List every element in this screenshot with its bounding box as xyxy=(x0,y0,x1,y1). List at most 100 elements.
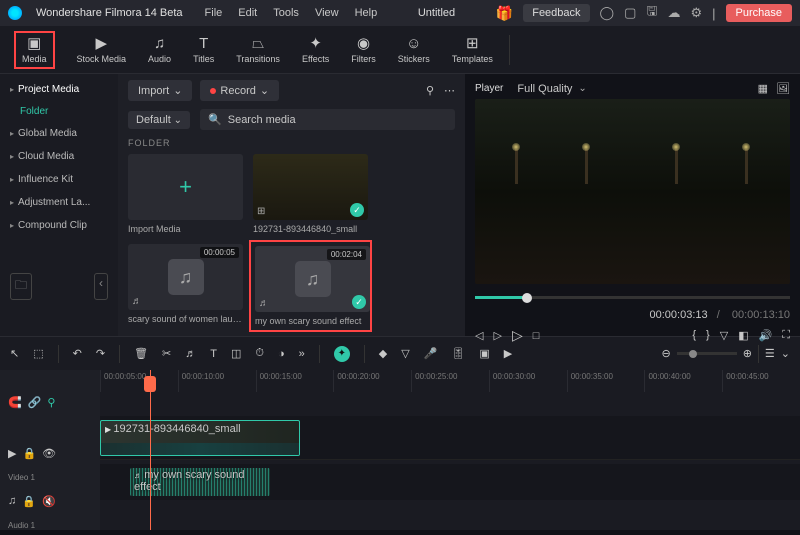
menu-help[interactable]: Help xyxy=(355,7,378,19)
compare-icon[interactable]: ▦ xyxy=(758,82,768,95)
collapse-icon[interactable]: ‹ xyxy=(94,273,108,300)
stop-button[interactable]: □ xyxy=(533,330,540,342)
crop-tool[interactable]: ◫ xyxy=(231,347,241,360)
menu-file[interactable]: File xyxy=(205,7,223,19)
render-tool[interactable]: ▶ xyxy=(504,347,512,360)
fullscreen-icon[interactable]: ⛶ xyxy=(782,329,790,342)
timeline-ruler[interactable]: 00:00:05:00 00:00:10:00 00:00:15:00 00:0… xyxy=(100,370,800,392)
video-track-icon: ▶ xyxy=(8,447,16,460)
sidebar-adjustment-layer[interactable]: Adjustment La... xyxy=(0,191,118,214)
video-clip[interactable]: ▶ 192731-893446840_small xyxy=(100,420,300,456)
sidebar-cloud-media[interactable]: Cloud Media xyxy=(0,145,118,168)
sidebar-compound-clip[interactable]: Compound Clip xyxy=(0,214,118,237)
menu-view[interactable]: View xyxy=(315,7,339,19)
speed-tool[interactable]: ⏱ xyxy=(255,347,264,360)
marker-icon[interactable]: ▽ xyxy=(720,329,728,342)
group-tool[interactable]: ▣ xyxy=(479,347,489,360)
sidebar-folder[interactable]: Folder xyxy=(0,101,118,122)
playhead[interactable] xyxy=(150,370,151,530)
mark-in-icon[interactable]: { xyxy=(692,329,696,342)
window-icon[interactable]: ▢ xyxy=(624,5,636,21)
audio-track[interactable]: ♬ my own scary sound effect xyxy=(100,464,800,500)
settings-tool[interactable]: ⌄ xyxy=(781,347,790,360)
lock-icon[interactable]: 🔒 xyxy=(22,447,36,460)
cloud-icon[interactable]: ☁ xyxy=(667,5,680,21)
music-tool[interactable]: ♬ xyxy=(185,348,196,360)
gift-icon[interactable]: 🎁 xyxy=(496,5,513,22)
list-view-icon[interactable]: ☰ xyxy=(765,347,775,360)
zoom-slider[interactable] xyxy=(677,352,737,355)
zoom-out-button[interactable]: ⊖ xyxy=(661,347,670,360)
tool-filters[interactable]: ◉Filters xyxy=(351,36,376,64)
cut-button[interactable]: ✂ xyxy=(162,347,171,360)
step-back-button[interactable]: ▷ xyxy=(493,329,501,342)
more-icon[interactable]: ⋯ xyxy=(444,84,455,97)
tool-stock-media[interactable]: ▶Stock Media xyxy=(77,36,127,64)
snapshot-icon[interactable]: 🖼 xyxy=(776,82,790,95)
sidebar-influence-kit[interactable]: Influence Kit xyxy=(0,168,118,191)
preview-video[interactable] xyxy=(475,99,790,284)
delete-button[interactable]: 🗑 xyxy=(134,347,148,360)
marker-tool[interactable]: ▽ xyxy=(401,347,409,360)
ai-tool[interactable]: ✦ xyxy=(334,346,350,362)
link-icon[interactable]: 🔗 xyxy=(28,396,42,409)
mic-tool[interactable]: 🎤 xyxy=(424,347,438,360)
sort-default[interactable]: Default ⌄ xyxy=(128,111,190,129)
filter-icon[interactable]: ⚲ xyxy=(426,84,434,97)
purchase-button[interactable]: Purchase xyxy=(726,4,792,22)
tool-transitions[interactable]: ⏢Transitions xyxy=(236,36,280,64)
pointer-tool[interactable]: ↖ xyxy=(10,347,19,360)
undo-button[interactable]: ↶ xyxy=(73,347,82,360)
import-button[interactable]: Import ⌄ xyxy=(128,80,192,101)
media-import[interactable]: + Import Media xyxy=(128,154,243,234)
tool-titles[interactable]: TTitles xyxy=(193,36,214,64)
media-item-video[interactable]: ⊞✓ 192731-893446840_small xyxy=(253,154,368,234)
keyframe-tool[interactable]: ◆ xyxy=(379,347,387,360)
mixer-tool[interactable]: 🎚 xyxy=(451,347,465,360)
tool-stickers[interactable]: ☺Stickers xyxy=(398,36,430,64)
magnet-icon[interactable]: 🧲 xyxy=(8,396,22,409)
play-button[interactable]: ▷ xyxy=(512,327,523,344)
sidebar-global-media[interactable]: Global Media xyxy=(0,122,118,145)
effects-icon: ✦ xyxy=(309,36,322,52)
media-item-audio-selected[interactable]: 00:02:04♫♬✓ my own scary sound effect xyxy=(253,244,368,328)
tool-audio[interactable]: ♫Audio xyxy=(148,36,171,64)
select-tool[interactable]: ⬚ xyxy=(33,347,43,360)
tool-templates[interactable]: ⊞Templates xyxy=(452,36,493,64)
crop-icon[interactable]: ◧ xyxy=(738,329,748,342)
save-icon[interactable]: 🖫 xyxy=(646,2,657,24)
more-tools[interactable]: » xyxy=(299,348,305,360)
audio-icon: ♫ xyxy=(154,36,165,52)
menu-edit[interactable]: Edit xyxy=(238,7,257,19)
text-tool[interactable]: T xyxy=(210,348,217,360)
mark-out-icon[interactable]: } xyxy=(706,329,710,342)
search-input[interactable]: 🔍Search media xyxy=(200,109,455,130)
audio-clip[interactable]: ♬ my own scary sound effect xyxy=(130,468,270,496)
visibility-icon[interactable]: 👁 xyxy=(42,447,56,460)
audio-track-header[interactable]: ♫🔒🔇 xyxy=(0,491,100,511)
video-track[interactable]: ▶ 192731-893446840_small xyxy=(100,416,800,460)
record-button[interactable]: Record ⌄ xyxy=(200,80,279,101)
plus-icon: + xyxy=(179,174,192,200)
quality-select[interactable]: Full Quality ⌄ xyxy=(517,83,586,95)
tool-media[interactable]: ▣Media xyxy=(14,31,55,69)
sidebar-project-media[interactable]: Project Media xyxy=(0,78,118,101)
tool-effects[interactable]: ✦Effects xyxy=(302,36,329,64)
prev-frame-button[interactable]: ◁ xyxy=(475,329,483,342)
settings-icon[interactable]: ⚙ xyxy=(690,5,702,21)
video-track-header[interactable]: ▶ 🔒 👁 xyxy=(0,443,100,463)
lock-icon[interactable]: 🔒 xyxy=(22,495,36,508)
zoom-in-button[interactable]: ⊕ xyxy=(743,347,752,360)
color-tool[interactable]: ◑ xyxy=(278,348,285,360)
mute-icon[interactable]: 🔇 xyxy=(42,495,56,508)
audio-track-label: Audio 1 xyxy=(0,515,100,535)
preview-seek-slider[interactable] xyxy=(475,296,790,299)
feedback-button[interactable]: Feedback xyxy=(523,4,589,22)
redo-button[interactable]: ↷ xyxy=(96,347,105,360)
media-item-audio[interactable]: 00:00:05♫♬ scary sound of women laug... xyxy=(128,244,243,328)
new-folder-icon[interactable]: 🗀 xyxy=(10,273,32,300)
media-panel-row2: Default ⌄ 🔍Search media xyxy=(128,109,455,130)
menu-tools[interactable]: Tools xyxy=(273,7,299,19)
marker-icon2[interactable]: ⚲ xyxy=(47,396,55,409)
volume-icon[interactable]: 🔊 xyxy=(759,329,773,342)
